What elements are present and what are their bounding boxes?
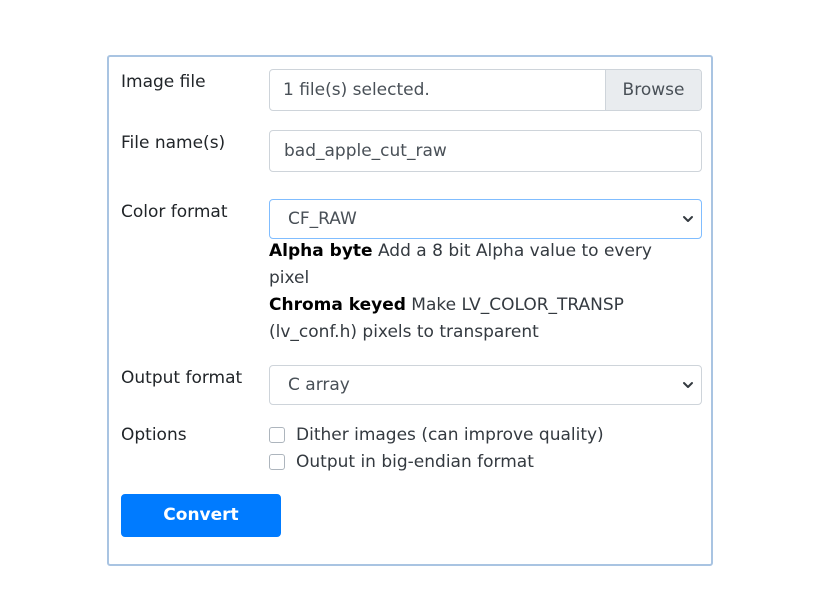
file-name-label: File name(s) — [121, 133, 226, 153]
chroma-keyed-help: Chroma keyed Make LV_COLOR_TRANSP (lv_co… — [269, 292, 689, 346]
image-file-input[interactable]: 1 file(s) selected. Browse — [269, 69, 702, 111]
chevron-down-icon — [683, 216, 693, 222]
alpha-byte-title: Alpha byte — [269, 241, 373, 261]
output-format-select[interactable]: C array — [269, 365, 702, 405]
options-label: Options — [121, 425, 187, 445]
big-endian-option[interactable]: Output in big-endian format — [269, 450, 534, 474]
converter-form: Image file 1 file(s) selected. Browse Fi… — [107, 55, 713, 566]
chevron-down-icon — [683, 382, 693, 388]
color-format-select[interactable]: CF_RAW — [269, 199, 702, 239]
image-file-label: Image file — [121, 72, 206, 92]
dither-option[interactable]: Dither images (can improve quality) — [269, 423, 604, 447]
color-format-help: Alpha byte Add a 8 bit Alpha value to ev… — [269, 238, 689, 346]
browse-button[interactable]: Browse — [605, 70, 701, 110]
color-format-value: CF_RAW — [288, 209, 357, 229]
alpha-byte-help: Alpha byte Add a 8 bit Alpha value to ev… — [269, 238, 689, 292]
dither-checkbox[interactable] — [269, 427, 285, 443]
image-file-value: 1 file(s) selected. — [283, 80, 430, 100]
convert-button[interactable]: Convert — [121, 494, 281, 537]
chroma-keyed-title: Chroma keyed — [269, 295, 406, 315]
color-format-label: Color format — [121, 202, 228, 222]
output-format-label: Output format — [121, 368, 243, 388]
big-endian-checkbox[interactable] — [269, 454, 285, 470]
big-endian-label: Output in big-endian format — [296, 452, 534, 472]
dither-label: Dither images (can improve quality) — [296, 425, 604, 445]
output-format-value: C array — [288, 375, 350, 395]
file-name-input[interactable]: bad_apple_cut_raw — [269, 130, 702, 172]
